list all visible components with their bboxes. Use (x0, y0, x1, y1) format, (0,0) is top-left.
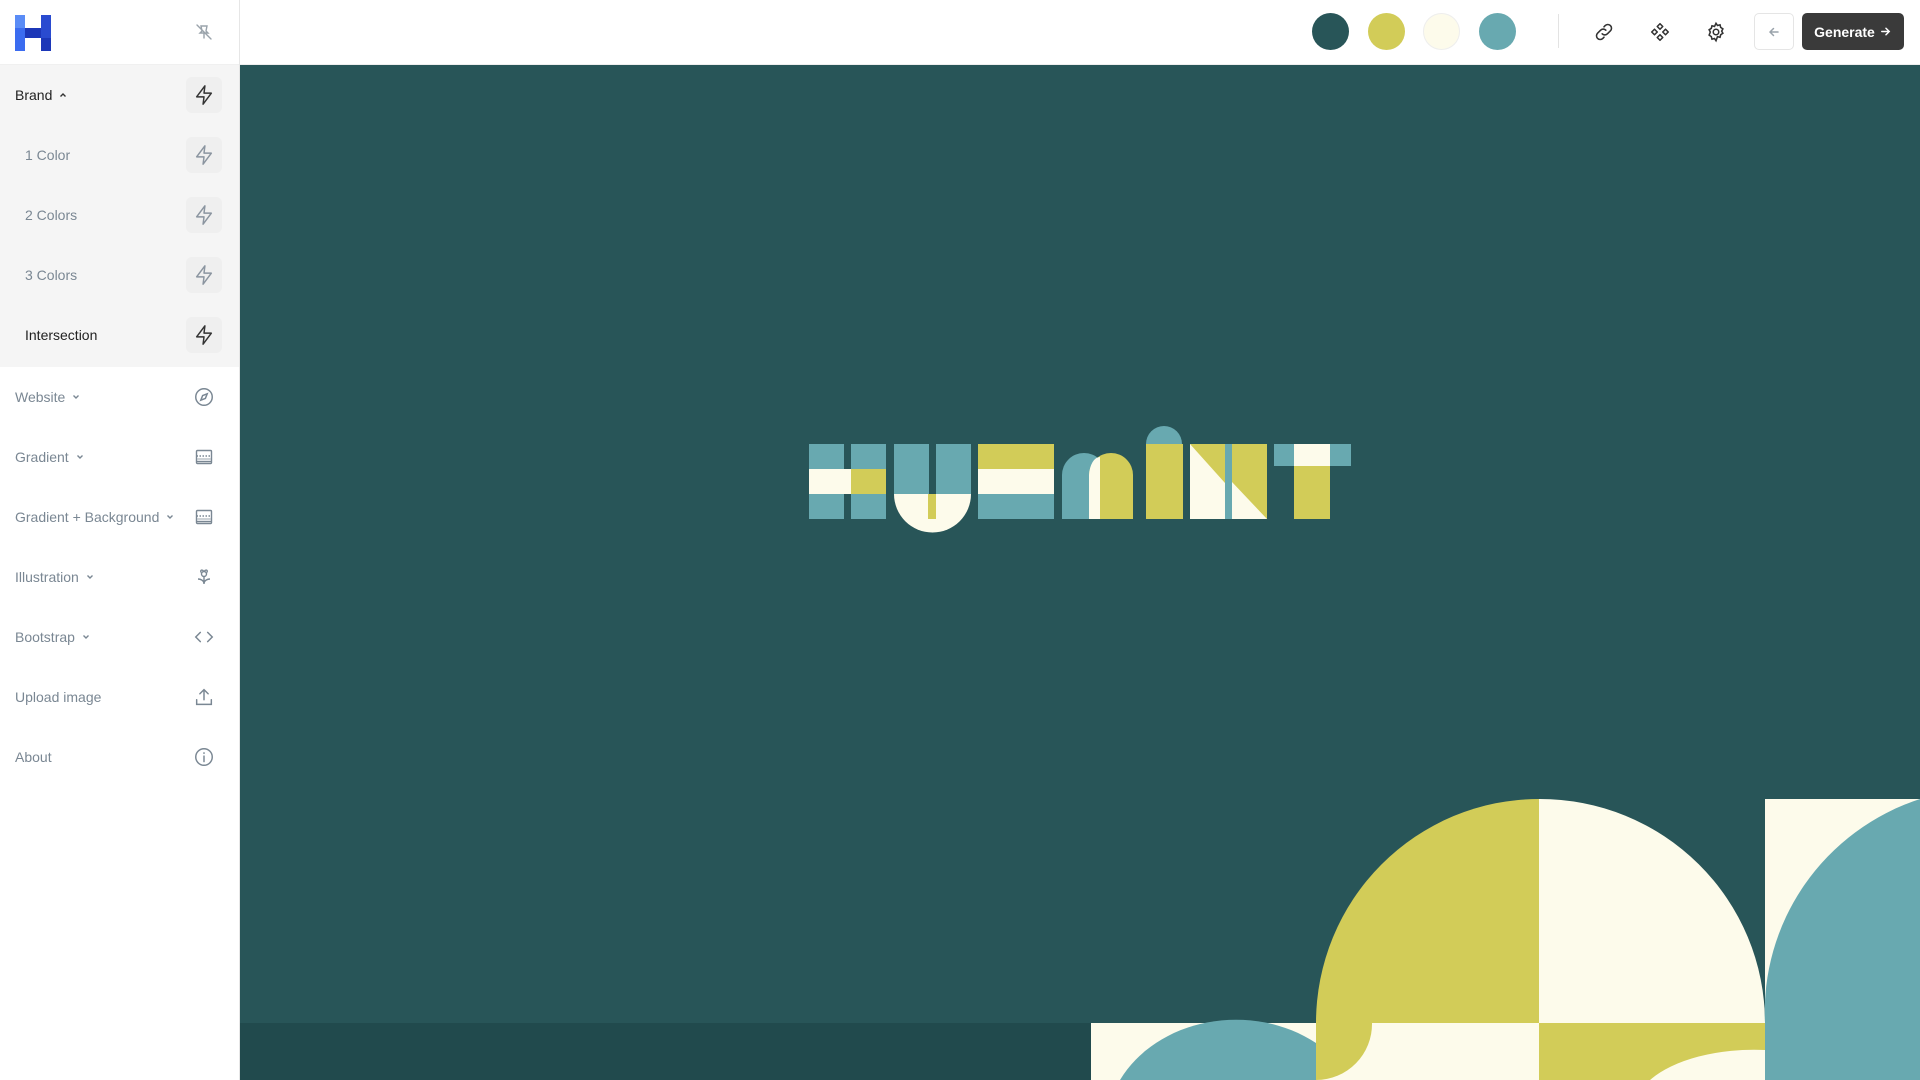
gradient-background-action[interactable] (186, 499, 222, 535)
huemint-logo-icon[interactable] (15, 15, 51, 51)
sidebar-item-2-colors[interactable]: 2 Colors (0, 185, 239, 245)
gradient-icon (195, 449, 213, 465)
figma-icon (1650, 22, 1670, 42)
sidebar-item-gradient-background[interactable]: Gradient + Background (0, 487, 239, 547)
lightning-icon (195, 325, 213, 345)
arrow-right-icon (1880, 27, 1891, 36)
copy-link-button[interactable] (1586, 14, 1622, 50)
sidebar-item-label: 1 Color (25, 147, 71, 163)
color-swatch-4[interactable] (1479, 13, 1516, 50)
website-action[interactable] (186, 379, 222, 415)
chevron-down-icon (86, 575, 93, 579)
sidebar-item-label: Website (15, 389, 66, 405)
sidebar-item-label: Intersection (25, 327, 98, 343)
pin-off-icon[interactable] (194, 22, 214, 42)
brand-preview-artwork (240, 426, 1920, 1080)
logotype-graphic (809, 426, 1351, 533)
preview-canvas (240, 65, 1920, 1080)
sidebar-item-illustration[interactable]: Illustration (0, 547, 239, 607)
sidebar-item-intersection[interactable]: Intersection (0, 305, 239, 365)
flower-icon (197, 569, 211, 585)
sidebar-item-brand[interactable]: Brand (0, 65, 239, 125)
code-icon (194, 631, 214, 643)
previous-palette-button[interactable] (1754, 13, 1794, 50)
generate-3-colors-button[interactable] (186, 257, 222, 293)
lightning-icon (195, 85, 213, 105)
sidebar-item-label: Gradient (15, 449, 69, 465)
generate-button-label: Generate (1814, 23, 1875, 40)
sidebar-item-website[interactable]: Website (0, 367, 239, 427)
sidebar-item-label: Illustration (15, 569, 79, 585)
info-icon (195, 748, 213, 766)
chevron-down-icon (82, 635, 89, 639)
logo-row (0, 0, 239, 65)
sidebar-item-label: Upload image (15, 689, 102, 705)
topbar: Generate (240, 0, 1920, 65)
sidebar-item-label: Gradient + Background (15, 509, 160, 525)
sidebar-item-gradient[interactable]: Gradient (0, 427, 239, 487)
settings-gear-icon (1708, 21, 1724, 43)
toolbar-divider (1558, 14, 1559, 48)
sidebar: Brand 1 Color 2 Colors 3 Colors Intersec… (0, 0, 240, 1080)
pattern-graphic (1091, 798, 1920, 1080)
sidebar-item-1-color[interactable]: 1 Color (0, 125, 239, 185)
sidebar-item-label: About (15, 749, 52, 765)
gradient-action[interactable] (186, 439, 222, 475)
upload-image-action[interactable] (186, 679, 222, 715)
sidebar-item-label: Bootstrap (15, 629, 75, 645)
generate-brand-button[interactable] (186, 77, 222, 113)
color-swatch-1[interactable] (1312, 13, 1349, 50)
lightning-icon (195, 145, 213, 165)
illustration-action[interactable] (186, 559, 222, 595)
bootstrap-action[interactable] (186, 619, 222, 655)
brand-group: Brand 1 Color 2 Colors 3 Colors Intersec… (0, 65, 239, 367)
chevron-down-icon (73, 395, 80, 399)
sidebar-item-label: 3 Colors (25, 267, 78, 283)
generate-button[interactable]: Generate (1802, 13, 1904, 50)
sidebar-item-bootstrap[interactable]: Bootstrap (0, 607, 239, 667)
arrow-left-icon (1768, 27, 1779, 36)
chevron-down-icon (167, 515, 174, 519)
sidebar-item-3-colors[interactable]: 3 Colors (0, 245, 239, 305)
about-action[interactable] (186, 739, 222, 775)
chevron-down-icon (76, 455, 83, 459)
gradient-icon (195, 509, 213, 525)
lightning-icon (195, 265, 213, 285)
sidebar-item-about[interactable]: About (0, 727, 239, 787)
upload-icon (195, 688, 213, 706)
link-icon (1595, 23, 1613, 41)
compass-icon (195, 388, 213, 406)
chevron-up-icon (60, 93, 67, 97)
generate-2-colors-button[interactable] (186, 197, 222, 233)
sidebar-item-label: Brand (15, 87, 53, 103)
generate-intersection-button[interactable] (186, 317, 222, 353)
sidebar-item-label: 2 Colors (25, 207, 78, 223)
sidebar-item-upload-image[interactable]: Upload image (0, 667, 239, 727)
color-swatch-3[interactable] (1423, 13, 1460, 50)
figma-export-button[interactable] (1642, 14, 1678, 50)
generate-1-color-button[interactable] (186, 137, 222, 173)
settings-button[interactable] (1698, 14, 1734, 50)
color-swatch-2[interactable] (1368, 13, 1405, 50)
lightning-icon (195, 205, 213, 225)
